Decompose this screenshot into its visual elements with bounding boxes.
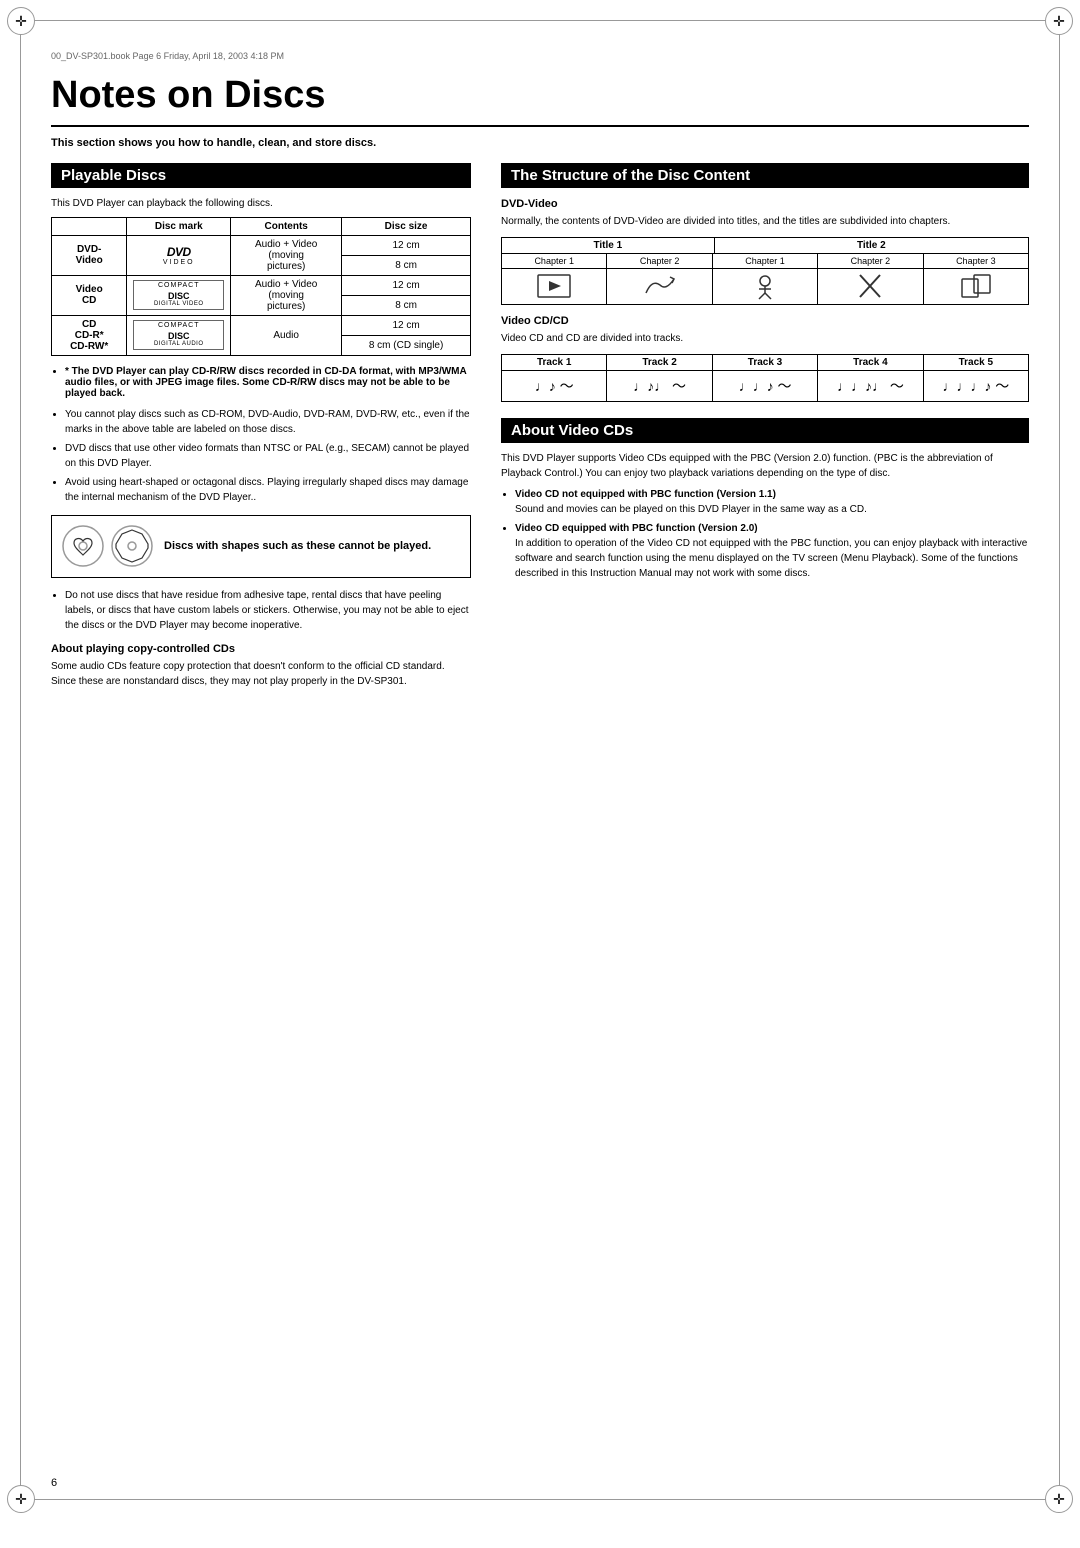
cd-track-5: Track 5 <box>924 355 1028 371</box>
dvd-chapter-4: Chapter 2 <box>818 254 923 269</box>
cd-logo: COMPACT DISC DIGITAL AUDIO <box>133 320 224 350</box>
pbc-item-2: Video CD equipped with PBC function (Ver… <box>515 521 1029 581</box>
vcd-contents: Audio + Video(movingpictures) <box>231 275 342 315</box>
dvd-chapter-5: Chapter 3 <box>924 254 1028 269</box>
corner-decoration-tl: ✛ <box>7 7 35 35</box>
cd-track-1: Track 1 <box>502 355 607 371</box>
col-header-disc-mark: Disc mark <box>127 217 231 235</box>
disc-type-cd: CDCD-R*CD-RW* <box>52 315 127 355</box>
cd-note-2: ♩♪♩ ～ <box>607 371 712 401</box>
videocd-subheading: Video CD/CD <box>501 315 1029 327</box>
playable-discs-heading: Playable Discs <box>51 163 471 188</box>
copy-section-heading: About playing copy-controlled CDs <box>51 643 471 655</box>
cd-notes-row: ♩♪ ～ ♩♪♩ ～ ♩♩♪ ～ ♩♩♪♩ ～ ♩♩♩♪ ～ <box>502 371 1028 401</box>
pbc-list: Video CD not equipped with PBC function … <box>515 487 1029 581</box>
bullet-item-2: DVD discs that use other video formats t… <box>65 441 471 471</box>
dvd-chapter-3: Chapter 1 <box>713 254 818 269</box>
corner-decoration-tr: ✛ <box>1045 7 1073 35</box>
corner-decoration-bl: ✛ <box>7 1485 35 1513</box>
page-number: 6 <box>51 1477 57 1489</box>
pbc-text-1: Sound and movies can be played on this D… <box>515 504 867 515</box>
header-line: 00_DV-SP301.book Page 6 Friday, April 18… <box>51 51 1029 65</box>
copy-section-text: Some audio CDs feature copy protection t… <box>51 659 471 689</box>
disc-type-vcd: VideoCD <box>52 275 127 315</box>
bottom-bullet-1: Do not use discs that have residue from … <box>65 588 471 633</box>
octagon-disc <box>109 524 154 569</box>
bullet-item-1: You cannot play discs such as CD-ROM, DV… <box>65 407 471 437</box>
dvd-image-1 <box>502 269 607 304</box>
two-column-layout: Playable Discs This DVD Player can playb… <box>51 163 1029 695</box>
cd-tracks-row: Track 1 Track 2 Track 3 Track 4 Track 5 <box>502 355 1028 371</box>
pbc-label-1: Video CD not equipped with PBC function … <box>515 489 776 500</box>
dvd-logo-cell: DVD VIDEO <box>127 235 231 275</box>
cd-note-4: ♩♩♪♩ ～ <box>818 371 923 401</box>
dvd-chapter-2: Chapter 2 <box>607 254 712 269</box>
dvd-images-row <box>502 269 1028 304</box>
dvd-title-1: Title 1 <box>502 238 715 253</box>
bullet-item-3: Avoid using heart-shaped or octagonal di… <box>65 475 471 505</box>
table-row: CDCD-R*CD-RW* COMPACT DISC DIGITAL AUDIO… <box>52 315 471 335</box>
cd-size-8: 8 cm (CD single) <box>342 335 471 355</box>
dvd-logo: DVD VIDEO <box>163 245 195 266</box>
corner-decoration-br: ✛ <box>1045 1485 1073 1513</box>
cd-note-1: ♩♪ ～ <box>502 371 607 401</box>
dvd-image-4 <box>818 269 923 304</box>
disc-type-dvd: DVD-Video <box>52 235 127 275</box>
col-header-disc-size: Disc size <box>342 217 471 235</box>
cd-logo-cell: COMPACT DISC DIGITAL AUDIO <box>127 315 231 355</box>
table-row: VideoCD COMPACT DISC DIGITAL VIDEO Audio… <box>52 275 471 295</box>
about-vcds-heading: About Video CDs <box>501 418 1029 443</box>
cd-track-4: Track 4 <box>818 355 923 371</box>
dvd-image-2 <box>607 269 712 304</box>
videocd-text: Video CD and CD are divided into tracks. <box>501 331 1029 346</box>
dvd-image-3 <box>713 269 818 304</box>
heart-disc <box>60 524 105 569</box>
bottom-bullets: Do not use discs that have residue from … <box>65 588 471 633</box>
dvd-titles-row: Title 1 Title 2 <box>502 238 1028 254</box>
dvd-video-subheading: DVD-Video <box>501 198 1029 210</box>
warning-box: Discs with shapes such as these cannot b… <box>51 515 471 578</box>
cd-size-12: 12 cm <box>342 315 471 335</box>
disc-table: Disc mark Contents Disc size DVD-Video D… <box>51 217 471 356</box>
about-vcds-intro: This DVD Player supports Video CDs equip… <box>501 451 1029 481</box>
cd-structure-diagram: Track 1 Track 2 Track 3 Track 4 Track 5 … <box>501 354 1029 402</box>
table-row: DVD-Video DVD VIDEO Audio + Video(moving… <box>52 235 471 255</box>
vcd-size-12: 12 cm <box>342 275 471 295</box>
warning-text: Discs with shapes such as these cannot b… <box>164 540 431 552</box>
dvd-size-8: 8 cm <box>342 255 471 275</box>
dvd-title-2: Title 2 <box>715 238 1028 253</box>
dvd-chapters-row: Chapter 1 Chapter 2 Chapter 1 Chapter 2 … <box>502 254 1028 269</box>
cd-note-3: ♩♩♪ ～ <box>713 371 818 401</box>
vcd-logo-cell: COMPACT DISC DIGITAL VIDEO <box>127 275 231 315</box>
warning-disc-shapes <box>60 524 154 569</box>
cd-contents: Audio <box>231 315 342 355</box>
disc-bullets: You cannot play discs such as CD-ROM, DV… <box>65 407 471 505</box>
left-column: Playable Discs This DVD Player can playb… <box>51 163 471 695</box>
dvd-structure-diagram: Title 1 Title 2 Chapter 1 Chapter 2 Chap… <box>501 237 1029 305</box>
vcd-size-8: 8 cm <box>342 295 471 315</box>
cd-track-2: Track 2 <box>607 355 712 371</box>
pbc-text-2: In addition to operation of the Video CD… <box>515 538 1027 579</box>
playable-discs-intro: This DVD Player can playback the followi… <box>51 196 471 211</box>
cd-track-3: Track 3 <box>713 355 818 371</box>
dvd-video-text: Normally, the contents of DVD-Video are … <box>501 214 1029 229</box>
star-note-item: * The DVD Player can play CD-R/RW discs … <box>65 366 471 399</box>
col-header-contents: Contents <box>231 217 342 235</box>
pbc-label-2: Video CD equipped with PBC function (Ver… <box>515 523 758 534</box>
vcd-logo: COMPACT DISC DIGITAL VIDEO <box>133 280 224 310</box>
dvd-size-12: 12 cm <box>342 235 471 255</box>
dvd-chapter-1: Chapter 1 <box>502 254 607 269</box>
page-container: ✛ ✛ ✛ ✛ 00_DV-SP301.book Page 6 Friday, … <box>20 20 1060 1500</box>
structure-heading: The Structure of the Disc Content <box>501 163 1029 188</box>
page-title: Notes on Discs <box>51 75 1029 117</box>
col-header-type <box>52 217 127 235</box>
intro-text: This section shows you how to handle, cl… <box>51 137 1029 149</box>
cd-note-5: ♩♩♩♪ ～ <box>924 371 1028 401</box>
title-rule <box>51 125 1029 127</box>
dvd-image-5 <box>924 269 1028 304</box>
pbc-item-1: Video CD not equipped with PBC function … <box>515 487 1029 517</box>
right-column: The Structure of the Disc Content DVD-Vi… <box>501 163 1029 695</box>
dvd-contents: Audio + Video(movingpictures) <box>231 235 342 275</box>
star-note-list: * The DVD Player can play CD-R/RW discs … <box>65 366 471 399</box>
